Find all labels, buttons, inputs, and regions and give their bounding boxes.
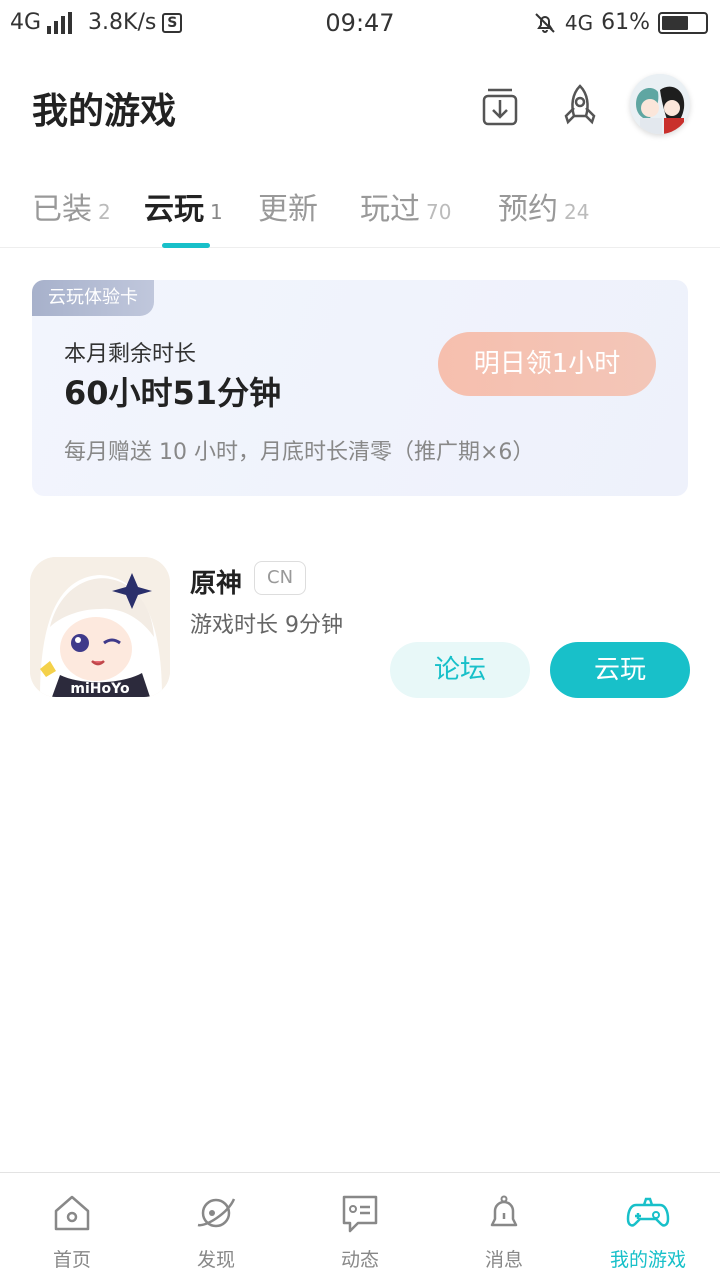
game-icon-brand: miHoYo [70, 681, 130, 697]
nav-discover[interactable]: 发现 [144, 1173, 288, 1280]
header: 我的游戏 [0, 70, 720, 150]
rocket-icon[interactable] [552, 78, 608, 134]
mute-bell-icon [535, 12, 555, 33]
claim-button[interactable]: 明日领1小时 [438, 332, 656, 396]
nav-label: 发现 [196, 1249, 235, 1271]
tab-label: 云玩 [144, 192, 204, 227]
avatar[interactable] [630, 74, 690, 134]
game-icon[interactable]: miHoYo [30, 557, 170, 697]
card-badge: 云玩体验卡 [32, 280, 154, 316]
tab-label: 预约 [498, 192, 558, 227]
nav-label: 消息 [484, 1249, 523, 1271]
chat-icon [342, 1195, 378, 1233]
forum-button[interactable]: 论坛 [390, 642, 530, 698]
tab-cloud-play[interactable]: 云玩 1 [144, 184, 223, 228]
planet-icon [197, 1198, 236, 1228]
battery-icon [658, 11, 708, 34]
status-right: 4G 61% [533, 10, 708, 35]
nav-feed[interactable]: 动态 [288, 1173, 432, 1280]
nav-my-games[interactable]: 我的游戏 [576, 1173, 720, 1280]
bottom-nav: 首页 发现 动态 消息 我的游戏 [0, 1172, 720, 1280]
tab-bar: 已装 2 云玩 1 更新 玩过 70 预约 24 [0, 168, 720, 248]
tab-count: 24 [564, 200, 590, 224]
tab-count: 2 [98, 200, 111, 224]
download-icon[interactable] [472, 78, 528, 134]
card-note: 每月赠送 10 小时，月底时长清零（推广期×6） [64, 440, 535, 465]
nav-label: 首页 [52, 1249, 91, 1271]
home-icon [54, 1195, 90, 1231]
tab-label: 更新 [258, 192, 318, 227]
remaining-label: 本月剩余时长 [64, 342, 197, 367]
tab-played[interactable]: 玩过 70 [360, 184, 451, 228]
network-type-2: 4G [564, 10, 594, 35]
cloud-play-button[interactable]: 云玩 [550, 642, 690, 698]
region-tag: CN [254, 561, 307, 595]
nav-home[interactable]: 首页 [0, 1173, 144, 1280]
gamepad-icon [626, 1197, 670, 1227]
tab-label: 玩过 [360, 192, 420, 227]
cloud-play-card: 云玩体验卡 本月剩余时长 60小时51分钟 明日领1小时 每月赠送 10 小时，… [32, 280, 688, 496]
nav-label: 我的游戏 [609, 1249, 686, 1271]
tab-count: 70 [426, 200, 452, 224]
remaining-time: 60小时51分钟 [64, 374, 282, 412]
tab-count: 1 [210, 200, 223, 224]
tab-updates[interactable]: 更新 [258, 184, 318, 228]
tab-reserved[interactable]: 预约 24 [498, 184, 589, 228]
game-list-item[interactable]: miHoYo 原神 CN 游戏时长 9分钟 论坛 云玩 [30, 557, 690, 699]
status-bar: 4G 3.8K/s S 09:47 4G 61% [0, 0, 720, 50]
game-playtime: 游戏时长 9分钟 [190, 613, 343, 638]
game-name: 原神 [190, 569, 243, 599]
nav-label: 动态 [340, 1249, 379, 1271]
tab-label: 已装 [32, 192, 92, 227]
page-title: 我的游戏 [32, 91, 177, 132]
nav-messages[interactable]: 消息 [432, 1173, 576, 1280]
tab-installed[interactable]: 已装 2 [32, 184, 111, 228]
battery-percent: 61% [601, 10, 650, 35]
active-tab-indicator [162, 243, 210, 248]
bell-icon [490, 1195, 518, 1227]
